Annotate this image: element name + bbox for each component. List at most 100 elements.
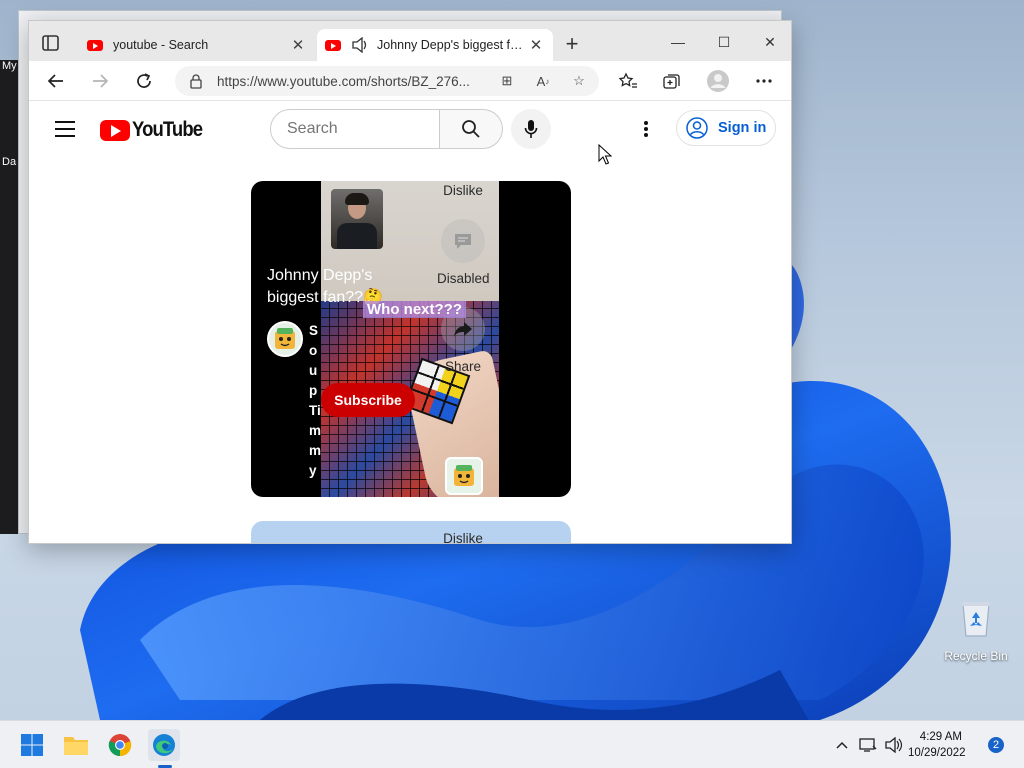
channel-name-char: m (309, 443, 322, 458)
background-app-strip: My Da (0, 60, 18, 534)
edge-icon (153, 734, 175, 756)
favorites-icon (618, 72, 637, 88)
clock-date: 10/29/2022 (908, 747, 966, 759)
share-label: Share (444, 359, 482, 374)
next-short-preview[interactable]: Dislike (251, 521, 571, 543)
youtube-favicon-icon (87, 39, 103, 51)
profile-avatar-icon (707, 70, 729, 92)
channel-name-char: m (309, 423, 322, 438)
channel-avatar[interactable] (267, 321, 303, 357)
share-arrow-icon (454, 322, 472, 337)
close-window-button[interactable]: ✕ (747, 29, 791, 55)
refresh-button[interactable] (129, 67, 159, 95)
chrome-button[interactable] (104, 729, 136, 761)
microphone-icon (524, 120, 538, 138)
channel-name-char: p (309, 383, 318, 398)
channel-mascot-image (445, 457, 483, 495)
edge-button[interactable] (148, 729, 180, 761)
dislike-label: Dislike (443, 183, 483, 198)
back-arrow-icon (47, 74, 63, 88)
lock-icon[interactable] (189, 73, 203, 89)
search-icon (462, 120, 480, 138)
notification-badge[interactable]: 2 (988, 737, 1004, 753)
comments-icon-holder (441, 219, 485, 263)
chrome-icon (108, 734, 132, 757)
network-icon[interactable] (858, 735, 878, 755)
search-button[interactable] (440, 109, 503, 149)
audio-playing-icon[interactable] (351, 37, 369, 53)
desktop-label-da: Da (2, 156, 17, 168)
clock-time: 4:29 AM (919, 731, 962, 743)
account-circle-icon (686, 117, 708, 139)
tab-title: Johnny Depp's biggest fan?? (377, 38, 525, 52)
volume-icon[interactable] (883, 735, 903, 755)
tab-actions-icon[interactable] (41, 34, 61, 52)
file-explorer-button[interactable] (60, 729, 92, 761)
youtube-logo[interactable]: YouTube (100, 118, 212, 142)
next-dislike-button[interactable]: Dislike (437, 531, 489, 543)
channel-name-char: Ti (309, 403, 321, 418)
start-button[interactable] (16, 729, 48, 761)
dislike-button[interactable]: Dislike (437, 183, 489, 198)
channel-name[interactable]: S o u p Ti m m y (309, 321, 321, 481)
windows-start-icon (21, 734, 43, 756)
youtube-page: YouTube Search Sign in Dislike Disabled … (29, 101, 791, 543)
collections-button[interactable] (657, 67, 687, 95)
forward-arrow-icon (93, 74, 109, 88)
menu-hamburger-icon[interactable] (55, 121, 75, 137)
comment-icon (455, 234, 471, 249)
recycle-bin-shortcut[interactable]: Recycle Bin (940, 598, 1012, 663)
back-button[interactable] (41, 67, 71, 95)
cube-mascot-icon (275, 328, 295, 349)
profile-button[interactable] (703, 67, 733, 95)
short-video-player[interactable]: Dislike Disabled Share Johnny Depp's big… (251, 181, 571, 497)
address-url[interactable]: https://www.youtube.com/shorts/BZ_276... (217, 74, 487, 89)
desktop-label-my: My (2, 60, 17, 72)
maximize-button[interactable]: ☐ (701, 29, 747, 55)
recycle-bin-icon (962, 602, 990, 637)
tab-johnny-depp-short[interactable]: Johnny Depp's biggest fan?? ✕ (317, 29, 553, 61)
settings-kebab-icon[interactable] (641, 119, 651, 139)
comments-label: Disabled (437, 271, 490, 286)
sign-in-label: Sign in (718, 120, 767, 136)
add-favorite-icon[interactable]: ☆ (569, 72, 589, 90)
forward-button[interactable] (85, 67, 115, 95)
channel-name-char: S (309, 323, 319, 338)
mouse-cursor-icon (598, 144, 612, 165)
tab-close-icon[interactable]: ✕ (525, 36, 547, 54)
johnny-depp-photo (331, 189, 383, 249)
comments-button[interactable]: Disabled (437, 219, 490, 286)
app-available-icon[interactable]: ⊞ (497, 72, 517, 90)
folder-icon (64, 737, 88, 755)
tab-youtube-search[interactable]: youtube - Search ✕ (79, 29, 315, 61)
voice-search-button[interactable] (511, 109, 551, 149)
youtube-logo-text: YouTube (132, 118, 203, 141)
channel-name-char: o (309, 343, 318, 358)
tab-strip: youtube - Search ✕ Johnny Depp's biggest… (29, 21, 791, 61)
system-clock[interactable]: 4:29 AM 10/29/2022 (908, 729, 966, 761)
subscribe-button[interactable]: Subscribe (321, 383, 415, 417)
edge-browser-window: youtube - Search ✕ Johnny Depp's biggest… (28, 20, 792, 544)
youtube-favicon-icon (325, 39, 341, 51)
minimize-button[interactable]: — (655, 29, 701, 55)
address-bar[interactable]: https://www.youtube.com/shorts/BZ_276...… (175, 66, 599, 96)
cube-mascot-icon (454, 465, 474, 486)
show-hidden-icons-chevron-icon[interactable] (832, 735, 852, 755)
search-input[interactable]: Search (270, 109, 440, 149)
more-dots-icon (756, 79, 772, 83)
read-aloud-icon[interactable]: A ♪ (533, 72, 553, 90)
recycle-bin-label: Recycle Bin (944, 649, 1008, 663)
favorites-button[interactable] (613, 67, 643, 95)
tab-title: youtube - Search (113, 38, 209, 52)
tab-close-icon[interactable]: ✕ (287, 36, 309, 54)
video-overlay-caption: Who next??? (363, 301, 466, 318)
channel-name-char: y (309, 463, 317, 478)
windows-taskbar: 4:29 AM 10/29/2022 2 (0, 720, 1024, 768)
settings-more-button[interactable] (749, 67, 779, 95)
search-placeholder: Search (287, 120, 338, 137)
channel-name-char: u (309, 363, 318, 378)
collections-icon (663, 74, 680, 89)
youtube-logo-icon (100, 119, 130, 141)
sign-in-button[interactable]: Sign in (676, 110, 776, 146)
new-tab-button[interactable]: + (557, 31, 587, 57)
